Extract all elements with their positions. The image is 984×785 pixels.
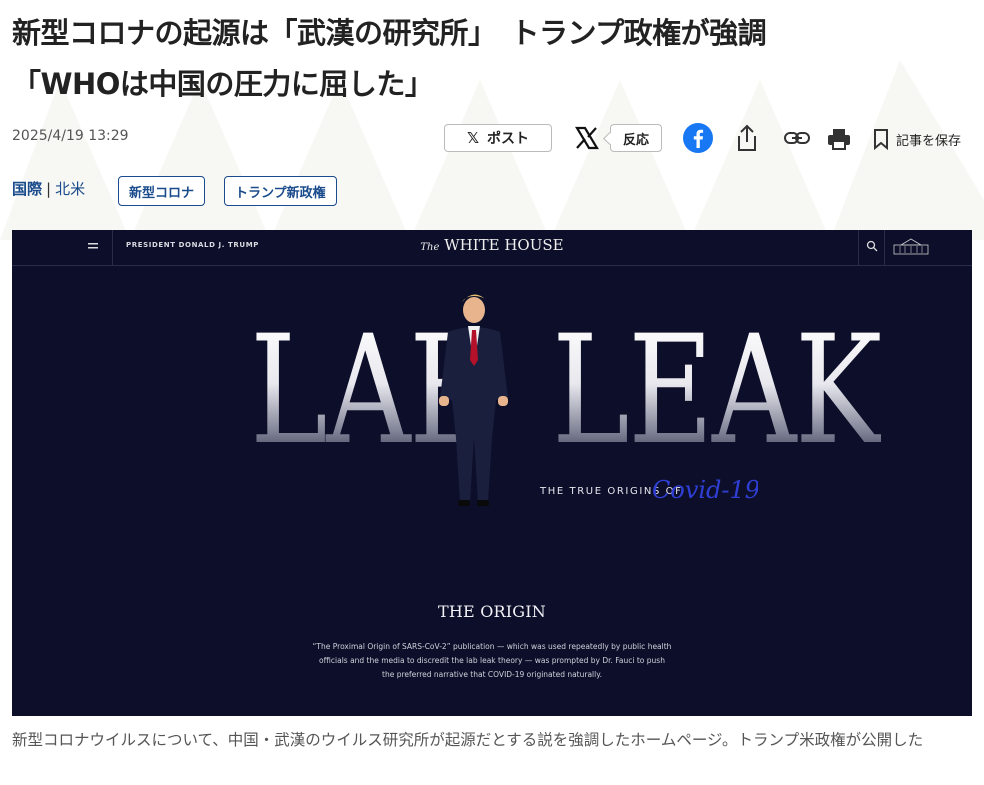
post-to-x-button[interactable]: 𝕏 ポスト bbox=[444, 124, 552, 152]
link-icon[interactable] bbox=[782, 126, 812, 150]
category-tags-row: 国際 | 北米 新型コロナ トランプ新政権 bbox=[12, 176, 612, 206]
search-icon bbox=[866, 240, 878, 252]
post-button-label: ポスト bbox=[487, 131, 530, 147]
walking-figure-image bbox=[439, 294, 508, 506]
meta-row: 2025/4/19 13:29 𝕏 ポスト 反応 記事を保存 bbox=[12, 122, 974, 156]
print-icon[interactable] bbox=[826, 126, 852, 152]
nav-divider bbox=[112, 230, 113, 265]
breadcrumb-subcategory-link[interactable]: 北米 bbox=[55, 180, 85, 198]
reaction-button[interactable]: 反応 bbox=[610, 124, 662, 152]
share-icon[interactable] bbox=[734, 122, 760, 154]
save-article-label: 記事を保存 bbox=[896, 133, 962, 149]
nav-divider bbox=[858, 230, 859, 265]
site-title-text: WHITE HOUSE bbox=[444, 236, 564, 254]
white-house-site-title: The WHITE HOUSE bbox=[392, 236, 592, 254]
breadcrumb-separator: | bbox=[46, 180, 52, 198]
nav-divider bbox=[884, 230, 885, 265]
site-title-prefix: The bbox=[420, 242, 440, 253]
breadcrumb-category-link[interactable]: 国際 bbox=[12, 180, 42, 198]
president-label: PRESIDENT DONALD J. TRUMP bbox=[126, 241, 260, 249]
reaction-label: 反応 bbox=[622, 132, 649, 148]
x-icon[interactable] bbox=[574, 122, 600, 154]
section-title: THE ORIGIN bbox=[438, 602, 546, 621]
title-line-1: 新型コロナの起源は「武漢の研究所」 トランプ政権が強調 bbox=[12, 16, 767, 50]
covid-script-word: Covid-19 bbox=[652, 476, 758, 504]
breadcrumb: 国際 | 北米 bbox=[12, 178, 85, 199]
menu-icon bbox=[88, 243, 98, 249]
white-house-nav-bar: PRESIDENT DONALD J. TRUMP The WHITE HOUS… bbox=[12, 230, 972, 266]
publish-date: 2025/4/19 13:29 bbox=[12, 128, 129, 144]
article-title: 新型コロナの起源は「武漢の研究所」 トランプ政権が強調 「WHOは中国の圧力に屈… bbox=[12, 8, 972, 110]
white-house-logo-icon bbox=[893, 238, 929, 255]
x-icon: 𝕏 bbox=[466, 129, 480, 147]
headline-leak: LEAK bbox=[552, 304, 882, 478]
section-body: “The Proximal Origin of SARS-CoV-2” publ… bbox=[312, 642, 672, 679]
bookmark-icon bbox=[874, 129, 888, 150]
save-article-button[interactable]: 記事を保存 bbox=[872, 124, 974, 154]
facebook-icon[interactable] bbox=[682, 122, 714, 154]
article: 新型コロナの起源は「武漢の研究所」 トランプ政権が強調 「WHOは中国の圧力に屈… bbox=[0, 0, 984, 785]
tag-link[interactable]: 新型コロナ bbox=[118, 176, 206, 206]
covid-script-text: Covid-19 bbox=[652, 476, 758, 504]
tag-link[interactable]: トランプ新政権 bbox=[224, 176, 337, 206]
photo-caption: 新型コロナウイルスについて、中国・武漢のウイルス研究所が起源だとする説を強調した… bbox=[12, 731, 924, 749]
article-photo: PRESIDENT DONALD J. TRUMP The WHITE HOUS… bbox=[12, 230, 972, 716]
title-line-2: 「WHOは中国の圧力に屈した」 bbox=[12, 67, 434, 101]
